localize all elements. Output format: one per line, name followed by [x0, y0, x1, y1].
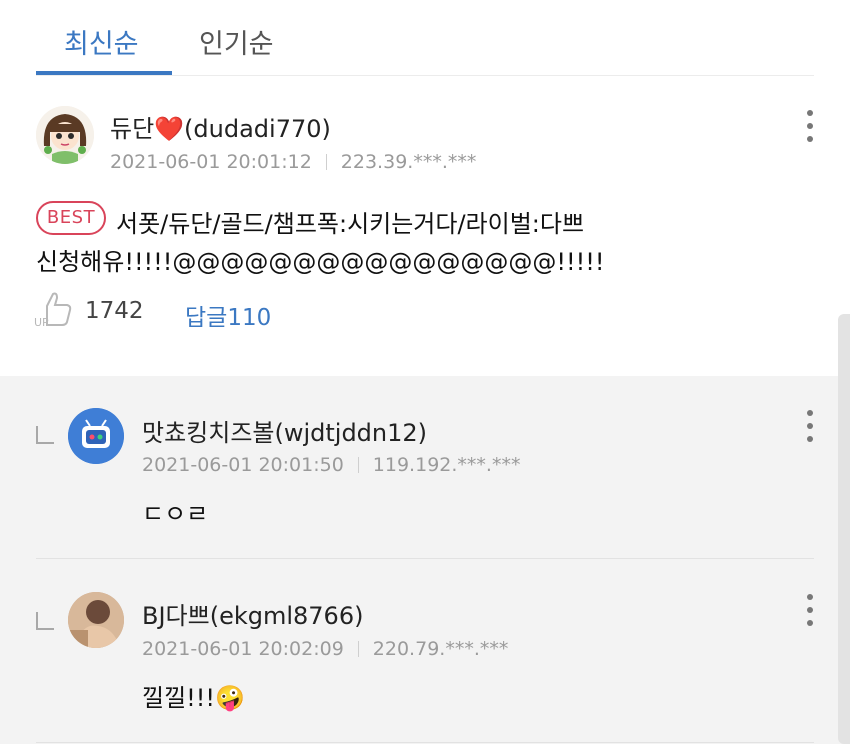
svg-text:UP: UP	[34, 316, 49, 328]
more-options-icon[interactable]	[798, 106, 822, 146]
comment-date: 2021-06-01 20:01:12	[110, 151, 312, 173]
sort-tabs: 최신순 인기순	[36, 0, 814, 76]
reply-date: 2021-06-01 20:01:50	[142, 454, 344, 476]
scrollbar[interactable]	[838, 314, 850, 744]
reply-meta: 2021-06-01 20:02:09 220.79.***.***	[142, 638, 508, 660]
reply-text: 낄낄!!!🤪	[142, 684, 245, 712]
more-options-icon[interactable]	[798, 590, 822, 630]
avatar-illustration	[36, 106, 94, 164]
comment-meta: 2021-06-01 20:01:12 223.39.***.***	[110, 151, 476, 173]
reply-author[interactable]: 맛쵸킹치즈볼(wjdtjddn12)	[142, 413, 427, 448]
reply-indent-icon	[36, 612, 54, 630]
active-tab-indicator	[36, 71, 172, 75]
comment-item: 듀단❤️(dudadi770) 2021-06-01 20:01:12 223.3…	[0, 76, 850, 376]
more-options-icon[interactable]	[798, 406, 822, 446]
reply-ip: 220.79.***.***	[372, 638, 509, 660]
reply-date: 2021-06-01 20:02:09	[142, 638, 344, 660]
reply-ip: 119.192.***.***	[372, 454, 521, 476]
tv-logo-icon	[68, 408, 124, 464]
comment-ip: 223.39.***.***	[340, 151, 477, 173]
tab-latest[interactable]: 최신순	[64, 22, 139, 61]
best-badge: BEST	[36, 201, 106, 235]
comment-text-line-2: 신청해유!!!!!@@@@@@@@@@@@@@@@!!!!!	[36, 248, 605, 276]
thumbs-up-icon[interactable]: UP	[33, 288, 75, 328]
profile-photo	[68, 592, 124, 648]
reply-count-link[interactable]: 답글110	[185, 298, 271, 332]
avatar[interactable]	[68, 408, 124, 464]
reply-text: ㄷㅇㄹ	[142, 500, 209, 528]
avatar[interactable]	[36, 106, 94, 164]
reply-author[interactable]: BJ다쁘(ekgml8766)	[142, 596, 363, 631]
like-count: 1742	[85, 298, 144, 324]
comment-text-line-1: 서폿/듀단/골드/챔프폭:시키는거다/라이벌:다쁘	[116, 210, 585, 238]
reply-divider	[36, 742, 814, 743]
meta-divider	[325, 154, 327, 170]
meta-divider	[357, 641, 359, 657]
reply-list: 맛쵸킹치즈볼(wjdtjddn12) 2021-06-01 20:01:50 11…	[0, 376, 850, 744]
meta-divider	[357, 457, 359, 473]
comment-author[interactable]: 듀단❤️(dudadi770)	[110, 109, 331, 144]
tab-popular[interactable]: 인기순	[199, 22, 274, 61]
reply-meta: 2021-06-01 20:01:50 119.192.***.***	[142, 454, 520, 476]
avatar[interactable]	[68, 592, 124, 648]
reply-indent-icon	[36, 426, 54, 444]
reply-divider	[36, 558, 814, 559]
